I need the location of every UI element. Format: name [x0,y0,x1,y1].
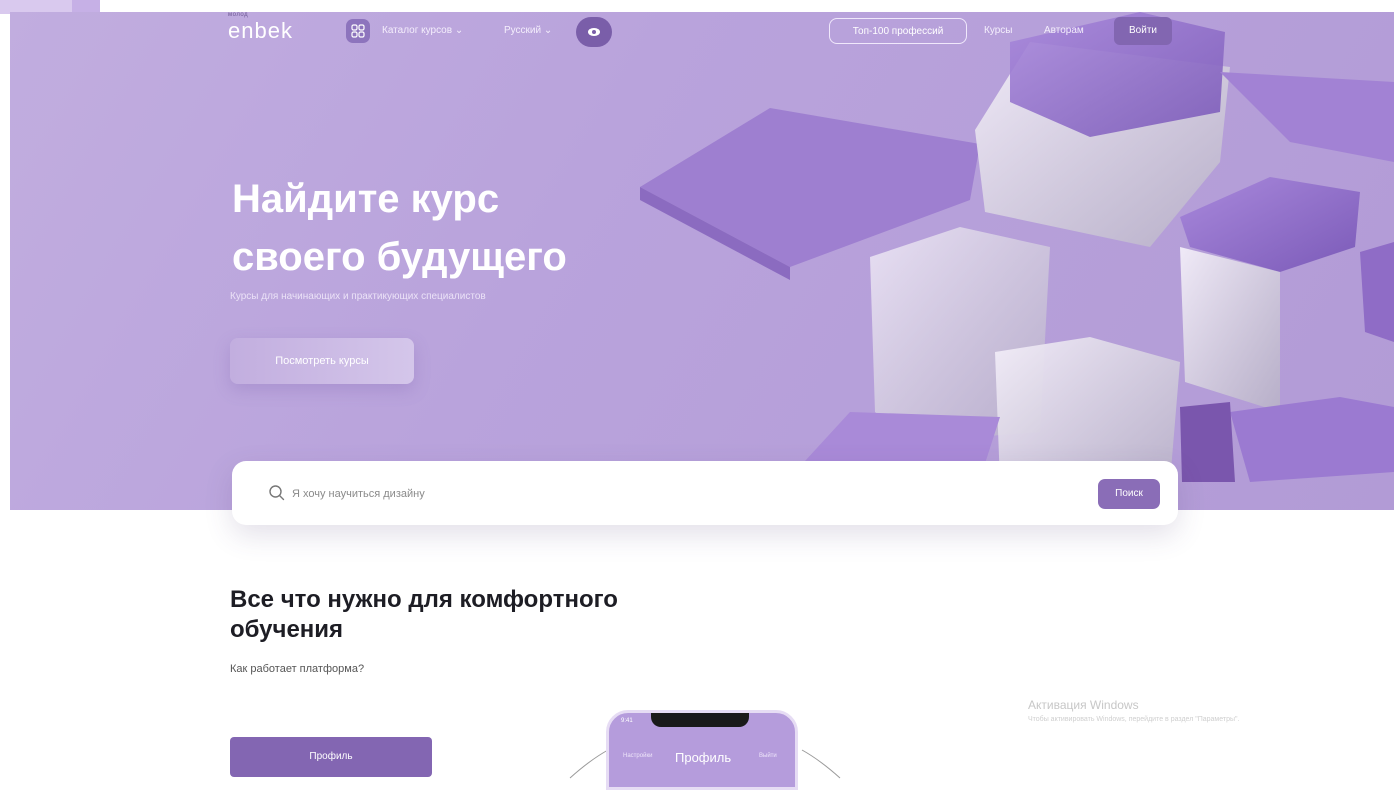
courses-link[interactable]: Курсы [984,25,1012,36]
phone-time: 9:41 [621,718,633,724]
windows-activation-title: Активация Windows [1028,698,1139,712]
authors-link[interactable]: Авторам [1044,25,1084,36]
hero-banner [10,12,1394,510]
phone-settings-label: Настройки [623,753,653,759]
section-subtitle: Как работает платформа? [230,663,365,675]
eye-icon [588,28,600,36]
phone-notch [651,713,749,727]
view-courses-button[interactable]: Посмотреть курсы [230,338,414,384]
phone-logout-label: Выйти [759,753,777,759]
hero-subtitle: Курсы для начинающих и практикующих спец… [230,291,486,302]
grid-icon [351,24,365,38]
login-button[interactable]: Войти [1114,17,1172,45]
catalog-dropdown[interactable]: Каталог курсов ⌄ [382,25,463,36]
section-title: Все что нужно для комфортного обучения [230,586,618,643]
search-bar: Поиск [232,461,1178,525]
search-input[interactable] [290,481,1074,507]
search-button[interactable]: Поиск [1098,479,1160,509]
accessibility-button[interactable] [576,17,612,47]
phone-mockup: 9:41 Настройки Профиль Выйти [606,710,798,790]
top100-professions-button[interactable]: Топ-100 профессий [829,18,967,44]
windows-activation-subtitle: Чтобы активировать Windows, перейдите в … [1028,716,1240,723]
profile-button[interactable]: Профиль [230,737,432,777]
logo[interactable]: enbek [228,18,293,44]
phone-title: Профиль [675,750,732,765]
apps-button[interactable] [346,19,370,43]
search-icon [269,485,285,501]
hero-illustration [640,12,1394,510]
language-dropdown[interactable]: Русский ⌄ [504,25,552,36]
hero-title: Найдите курс своего будущего [232,177,567,279]
